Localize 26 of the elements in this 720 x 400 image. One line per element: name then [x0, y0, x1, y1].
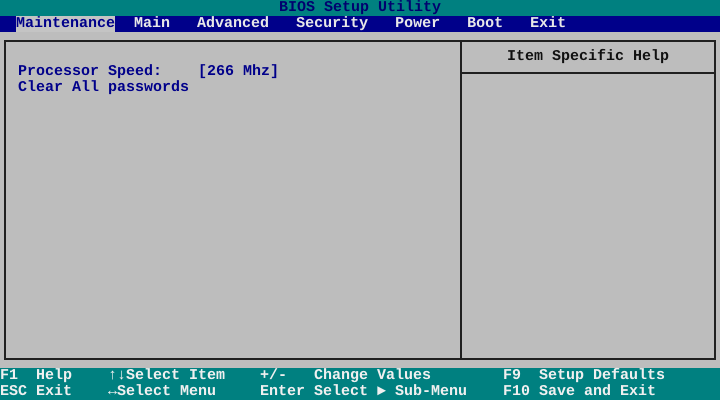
- key-label: ESC: [0, 384, 28, 400]
- key-hint: Save and Exit: [539, 384, 656, 400]
- setting-value[interactable]: [266 Mhz]: [198, 64, 280, 80]
- menu-tab[interactable]: Advanced: [197, 16, 270, 32]
- menu-tab[interactable]: Boot: [467, 16, 504, 32]
- help-title: Item Specific Help: [506, 49, 670, 65]
- key-label: +/-: [260, 368, 288, 384]
- key-label: F9: [503, 368, 522, 384]
- key-label: F1: [0, 368, 20, 384]
- key-label: Enter: [260, 384, 306, 400]
- window-title: BIOS Setup Utility: [278, 0, 442, 16]
- menu-tab[interactable]: Main: [134, 16, 170, 32]
- setting-label[interactable]: Processor Speed:: [18, 64, 198, 80]
- menu-tab[interactable]: Security: [296, 16, 368, 32]
- key-hint: Select ► Sub-Menu: [314, 384, 468, 400]
- menu-tab[interactable]: Exit: [530, 16, 566, 32]
- key-hint: Exit: [36, 384, 74, 400]
- key-hint: ↔Select Menu: [108, 384, 218, 400]
- menu-tab[interactable]: Power: [395, 16, 440, 32]
- key-hint: Setup Defaults: [539, 368, 666, 384]
- key-hint: Help: [36, 368, 74, 384]
- setting-label[interactable]: Clear All passwords: [18, 80, 198, 96]
- key-hint: ↑↓Select Item: [108, 368, 226, 384]
- menu-tab[interactable]: Maintenance: [16, 16, 116, 32]
- key-label: F10: [503, 384, 532, 400]
- key-hint: Change Values: [314, 368, 432, 384]
